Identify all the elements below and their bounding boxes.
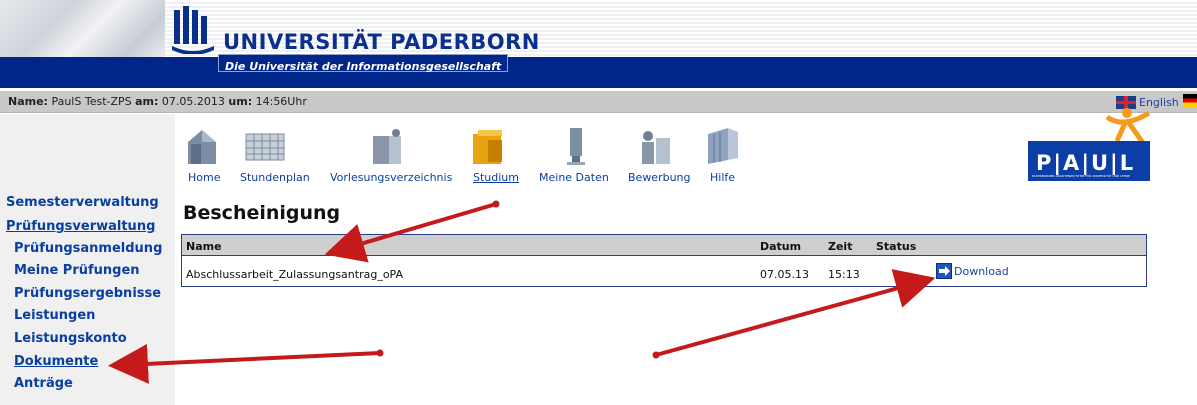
university-logo-icon[interactable] [172, 6, 214, 54]
time-label: um: [228, 95, 253, 108]
sidebar-item-pruefungsergebnisse[interactable]: Prüfungsergebnisse [14, 286, 161, 301]
download-link[interactable]: Download [936, 263, 1009, 279]
date-label: am: [135, 95, 159, 108]
arrow-to-download [652, 269, 936, 359]
university-tagline: Die Universität der Informationsgesellsc… [225, 60, 502, 73]
schedule-icon[interactable] [244, 128, 286, 166]
paul-text: P|A|U|L [1036, 151, 1136, 175]
page-title: Bescheinigung [183, 202, 341, 224]
user-info-text: Name: PaulS Test-ZPS am: 07.05.2013 um: … [8, 95, 307, 108]
column-header-status: Status [876, 240, 917, 253]
document-name: Abschlussarbeit_Zulassungsantrag_oPA [186, 268, 404, 281]
date-value: 07.05.2013 [161, 95, 225, 108]
toolbar-home-label[interactable]: Home [188, 171, 220, 184]
table-header: Name Datum Zeit Status [182, 235, 1146, 256]
study-folder-icon[interactable] [470, 128, 506, 166]
toolbar-vorlesungsverzeichnis-label[interactable]: Vorlesungsverzeichnis [330, 171, 452, 184]
paul-box: P|A|U|L PADERBORNER ASSISTENZSYSTEM FÜR … [1028, 141, 1150, 181]
download-label: Download [954, 264, 1009, 278]
paul-logo[interactable]: P|A|U|L PADERBORNER ASSISTENZSYSTEM FÜR … [1025, 107, 1155, 185]
toolbar-studium-label[interactable]: Studium [473, 171, 519, 184]
download-arrow-icon [936, 263, 952, 279]
help-icon[interactable] [706, 126, 740, 166]
header-blue-bar [0, 57, 1197, 88]
sidebar-item-pruefungsverwaltung[interactable]: Prüfungsverwaltung [6, 219, 155, 234]
course-catalog-icon[interactable] [371, 128, 405, 166]
home-icon[interactable] [187, 128, 217, 166]
header-decoration [0, 0, 165, 58]
user-info-bar: Name: PaulS Test-ZPS am: 07.05.2013 um: … [0, 91, 1197, 113]
sidebar-item-dokumente[interactable]: Dokumente [14, 354, 98, 369]
site-header: UNIVERSITÄT PADERBORN Die Universität de… [0, 0, 1197, 88]
documents-table: Name Datum Zeit Status Abschlussarbeit_Z… [181, 234, 1147, 287]
sidebar-item-leistungen[interactable]: Leistungen [14, 308, 95, 323]
university-tagline-box: Die Universität der Informationsgesellsc… [218, 54, 509, 73]
application-icon[interactable] [636, 128, 674, 166]
sidebar-item-meine-pruefungen[interactable]: Meine Prüfungen [14, 263, 140, 278]
sidebar-item-semesterverwaltung[interactable]: Semesterverwaltung [6, 195, 159, 210]
paul-subtitle: PADERBORNER ASSISTENZSYSTEM FÜR UNIVERSI… [1032, 174, 1130, 178]
toolbar-meine-daten-label[interactable]: Meine Daten [539, 171, 609, 184]
column-header-name: Name [186, 240, 222, 253]
column-header-datum: Datum [760, 240, 802, 253]
sidebar-item-pruefungsanmeldung[interactable]: Prüfungsanmeldung [14, 241, 162, 256]
toolbar-bewerbung-label[interactable]: Bewerbung [628, 171, 691, 184]
document-date: 07.05.13 [760, 268, 809, 281]
name-value: PaulS Test-ZPS [51, 95, 132, 108]
time-value: 14:56Uhr [255, 95, 307, 108]
sidebar-item-antraege[interactable]: Anträge [14, 376, 73, 391]
german-flag-icon[interactable] [1183, 94, 1197, 107]
column-header-zeit: Zeit [828, 240, 853, 253]
toolbar-stundenplan-label[interactable]: Stundenplan [240, 171, 310, 184]
document-time: 15:13 [828, 268, 860, 281]
sidebar-item-leistungskonto[interactable]: Leistungskonto [14, 331, 127, 346]
toolbar-hilfe-label[interactable]: Hilfe [710, 171, 735, 184]
name-label: Name: [8, 95, 48, 108]
my-data-icon[interactable] [565, 126, 587, 166]
university-name: UNIVERSITÄT PADERBORN [223, 30, 540, 54]
